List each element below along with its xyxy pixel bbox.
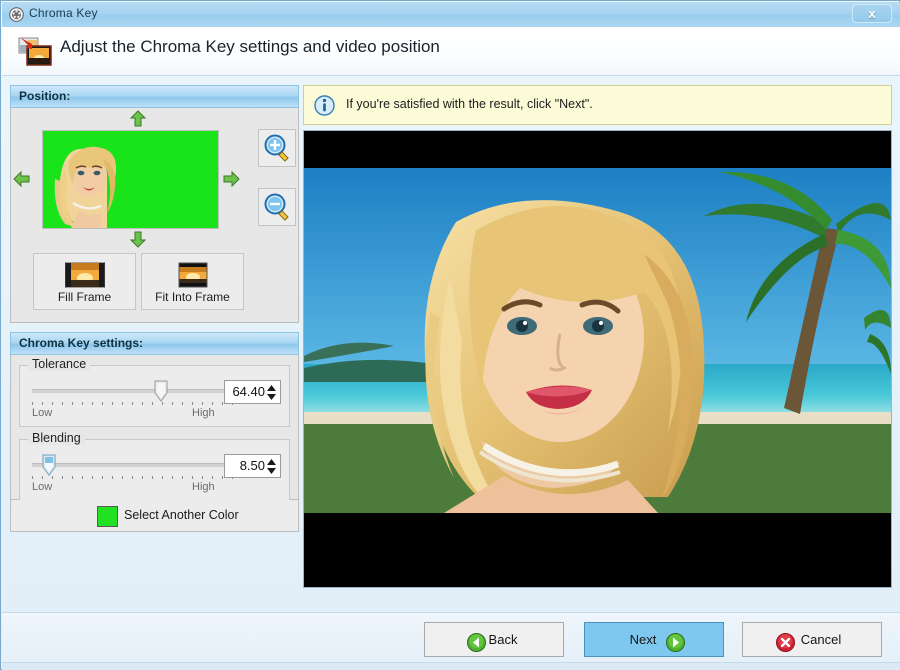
zoom-in-icon: [264, 134, 289, 162]
zoom-out-button[interactable]: [258, 188, 296, 226]
title-bar: Chroma Key x: [2, 2, 900, 28]
left-column: Position: Fill Frame Fit Into Frame Chro…: [10, 85, 299, 532]
cancel-button[interactable]: Cancel: [742, 622, 882, 657]
tolerance-value: 64.40: [232, 384, 265, 399]
status-strip: [2, 662, 900, 670]
fit-into-frame-icon: [178, 262, 207, 288]
back-label: Back: [488, 632, 518, 647]
content-area: Position: Fill Frame Fit Into Frame Chro…: [2, 76, 900, 612]
tolerance-label: Tolerance: [28, 357, 91, 371]
blending-ticks: [32, 476, 234, 480]
next-arrow-icon: [666, 631, 685, 652]
chroma-key-window: Chroma Key x Adjust the Chroma Key setti…: [0, 0, 900, 670]
close-button[interactable]: x: [852, 4, 892, 23]
page-title: Adjust the Chroma Key settings and video…: [60, 37, 440, 56]
move-left-arrow[interactable]: [13, 170, 31, 191]
zoom-out-icon: [264, 193, 289, 221]
tolerance-fieldset: Tolerance Low High 64.40: [19, 357, 290, 427]
cancel-label: Cancel: [800, 632, 842, 647]
tolerance-high-label: High: [192, 407, 215, 419]
blending-high-label: High: [192, 481, 215, 493]
info-icon: [314, 95, 335, 116]
color-swatch[interactable]: [97, 506, 118, 527]
blending-low-label: Low: [32, 481, 53, 493]
spinner-arrows-icon[interactable]: [267, 459, 276, 474]
film-reel-icon: [9, 7, 24, 22]
chroma-group-header: Chroma Key settings:: [10, 332, 299, 355]
info-bar: If you're satisfied with the result, cli…: [303, 85, 892, 125]
move-down-arrow[interactable]: [129, 230, 147, 251]
position-group-body: Fill Frame Fit Into Frame: [10, 108, 299, 323]
blending-slider[interactable]: [32, 463, 232, 467]
video-frame: [304, 168, 891, 513]
tolerance-slider[interactable]: [32, 389, 232, 393]
info-text: If you're satisfied with the result, cli…: [346, 97, 593, 111]
image-position-icon: [18, 36, 52, 66]
next-button[interactable]: Next: [584, 622, 724, 657]
tolerance-low-label: Low: [32, 407, 53, 419]
fit-into-frame-button[interactable]: Fit Into Frame: [141, 253, 244, 310]
move-up-arrow[interactable]: [129, 110, 147, 131]
page-header: Adjust the Chroma Key settings and video…: [2, 27, 900, 76]
position-preview[interactable]: [42, 130, 219, 229]
right-column: If you're satisfied with the result, cli…: [303, 85, 892, 588]
fill-frame-icon: [64, 262, 105, 288]
window-title: Chroma Key: [29, 6, 98, 20]
move-right-arrow[interactable]: [222, 170, 240, 191]
spinner-arrows-icon[interactable]: [267, 385, 276, 400]
blending-label: Blending: [28, 431, 85, 445]
video-preview[interactable]: 00:08 / 00:12: [303, 130, 892, 588]
chroma-group-body: Tolerance Low High 64.40 Blending Low Hi…: [10, 355, 299, 501]
blending-value: 8.50: [239, 458, 265, 473]
tolerance-spinner[interactable]: 64.40: [224, 380, 281, 404]
back-button[interactable]: Back: [424, 622, 564, 657]
blending-slider-thumb[interactable]: [42, 454, 56, 476]
tolerance-ticks: [32, 402, 234, 406]
tolerance-slider-thumb[interactable]: [154, 380, 168, 402]
blending-fieldset: Blending Low High 8.50: [19, 431, 290, 501]
zoom-in-button[interactable]: [258, 129, 296, 167]
select-another-color-button[interactable]: Select Another Color: [10, 500, 299, 532]
back-arrow-icon: [467, 631, 486, 652]
preview-subject: [43, 131, 135, 228]
cancel-icon: [776, 631, 795, 652]
fit-into-frame-label: Fit Into Frame: [155, 290, 230, 304]
select-another-color-label: Select Another Color: [124, 508, 239, 522]
blending-spinner[interactable]: 8.50: [224, 454, 281, 478]
fill-frame-button[interactable]: Fill Frame: [33, 253, 136, 310]
position-group-header: Position:: [10, 85, 299, 108]
video-content: [304, 168, 891, 513]
next-label: Next: [629, 632, 657, 647]
fill-frame-label: Fill Frame: [57, 290, 112, 304]
